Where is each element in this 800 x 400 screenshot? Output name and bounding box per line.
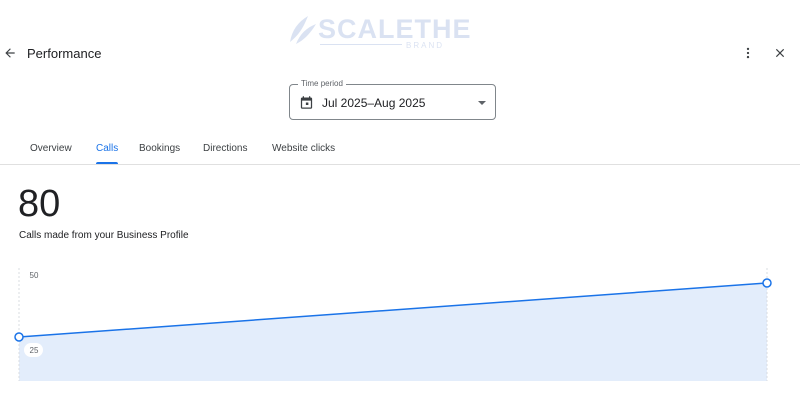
chart-area-fill [19,283,767,381]
tab-bookings[interactable]: Bookings [139,143,180,154]
back-button[interactable] [0,42,20,64]
more-vert-icon [746,47,750,59]
calls-area-chart: 50 25 [14,268,772,381]
tab-calls[interactable]: Calls [96,143,118,154]
close-icon [775,48,785,58]
y-tick-label: 50 [30,271,39,280]
tab-directions[interactable]: Directions [203,143,247,154]
top-bar: Performance [0,40,800,68]
tab-website-clicks[interactable]: Website clicks [272,143,335,154]
y-tick-label: 25 [30,346,39,355]
calendar-icon [300,96,313,109]
time-period-label: Time period [298,79,346,88]
chart-point-0 [14,332,24,342]
time-period-value: Jul 2025–Aug 2025 [322,96,426,110]
chart-point-1 [762,278,772,288]
arrow-left-icon [5,48,15,58]
active-tab-indicator [96,162,118,164]
close-button[interactable] [770,42,790,64]
time-period-select[interactable]: Time period Jul 2025–Aug 2025 [289,79,496,120]
metric-caption: Calls made from your Business Profile [19,230,189,241]
page-title: Performance [27,46,102,61]
chevron-down-icon [478,101,486,105]
tab-overview[interactable]: Overview [30,143,72,154]
metric-value: 80 [18,183,61,225]
more-options-button[interactable] [738,42,758,64]
metric-tabs: Overview Calls Bookings Directions Websi… [0,136,800,165]
